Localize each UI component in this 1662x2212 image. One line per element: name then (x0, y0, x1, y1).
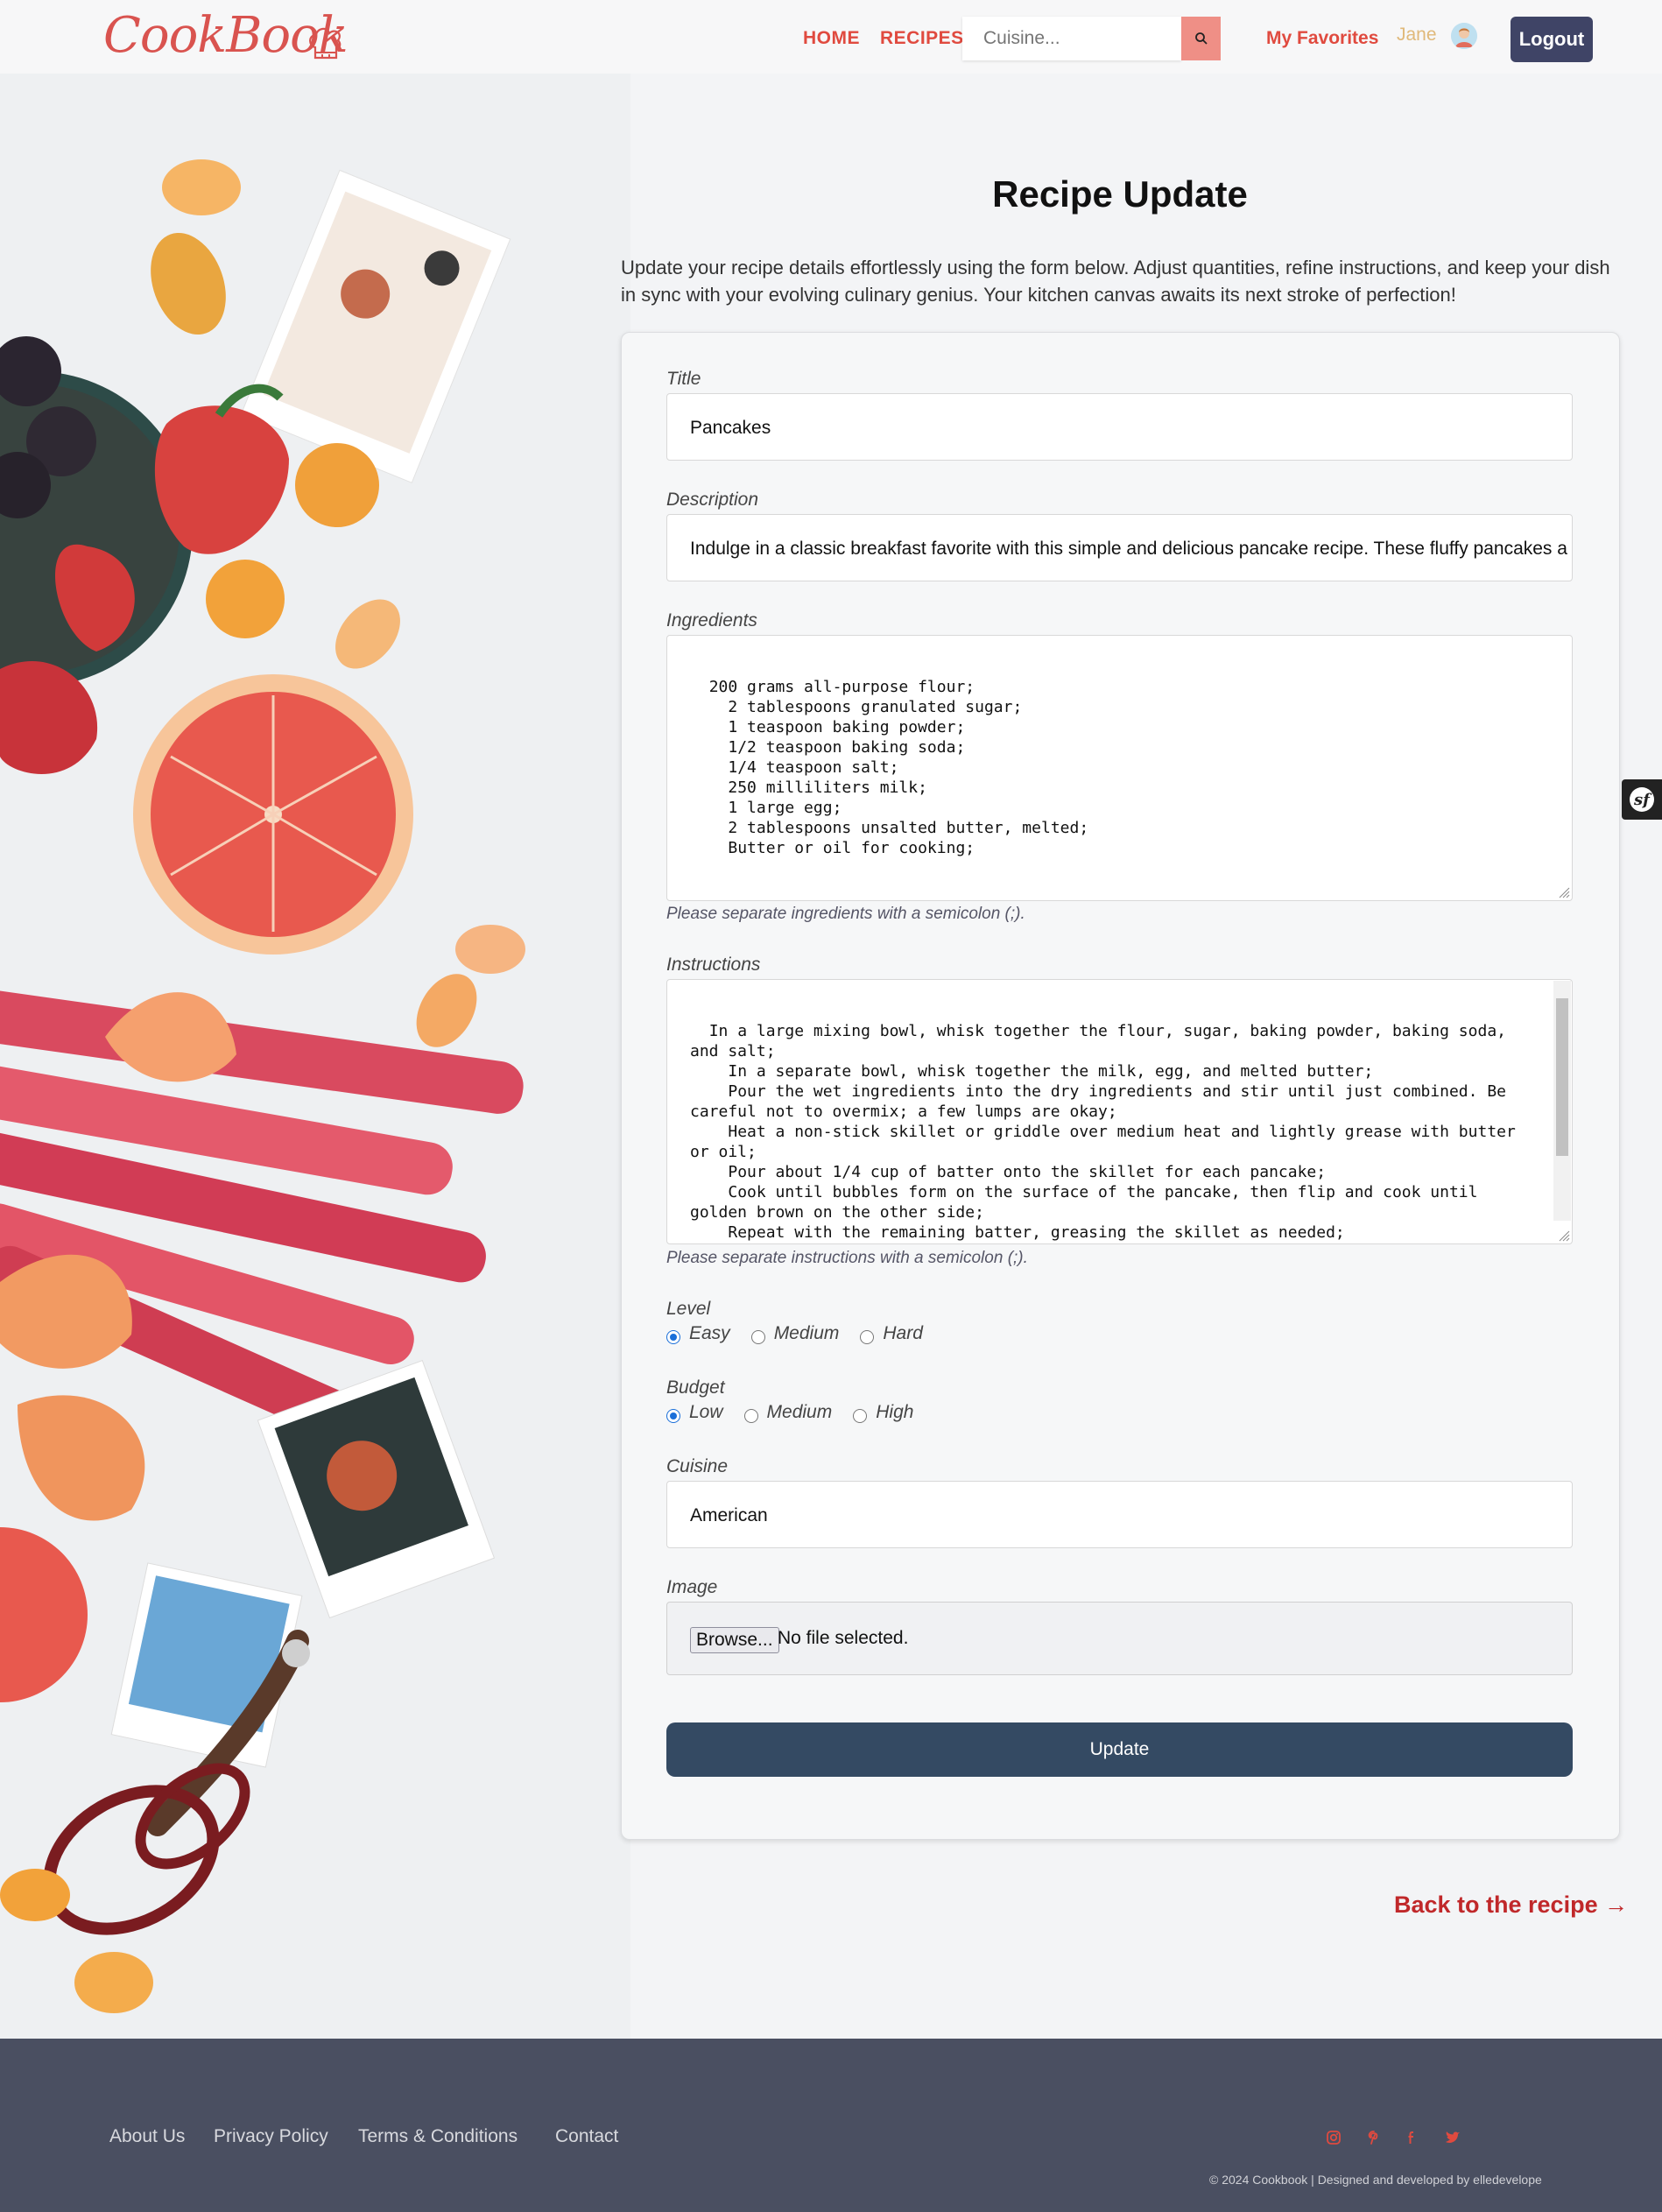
image-label: Image (666, 1577, 718, 1597)
ingredients-text: 200 grams all-purpose flour; 2 tablespoo… (708, 678, 1089, 857)
budget-high-radio[interactable] (853, 1409, 868, 1423)
user-name: Jane (1397, 25, 1437, 45)
pinterest-icon[interactable] (1364, 2128, 1384, 2147)
symfony-toolbar-toggle[interactable]: sf (1622, 779, 1662, 820)
navbar: CookBook HOME RECIPES My Favorites Jane … (0, 0, 1662, 74)
page-title: Recipe Update (992, 173, 1248, 215)
nav-recipes[interactable]: RECIPES (880, 28, 964, 49)
budget-label: Budget (666, 1377, 725, 1398)
instructions-textarea[interactable]: In a large mixing bowl, whisk together t… (666, 979, 1573, 1244)
budget-medium-radio[interactable] (743, 1409, 758, 1423)
description-field[interactable]: Indulge in a classic breakfast favorite … (666, 514, 1573, 581)
resize-grip-icon[interactable] (1558, 1229, 1570, 1242)
budget-radio-group: Low Medium High (666, 1402, 934, 1423)
twitter-icon[interactable] (1443, 2128, 1462, 2147)
ingredients-hint: Please separate ingredients with a semic… (666, 905, 1025, 923)
nav-favorites[interactable]: My Favorites (1266, 28, 1378, 49)
footer-contact-link[interactable]: Contact (555, 2126, 618, 2147)
scrollbar-thumb[interactable] (1556, 998, 1568, 1156)
search-icon (1194, 32, 1208, 45)
level-hard-radio[interactable] (860, 1330, 875, 1344)
description-label: Description (666, 490, 759, 510)
logout-button[interactable]: Logout (1511, 17, 1593, 62)
browse-button[interactable]: Browse... (690, 1627, 779, 1653)
cuisine-field[interactable]: American (666, 1481, 1573, 1548)
budget-low-radio[interactable] (666, 1409, 680, 1423)
instructions-text: In a large mixing bowl, whisk together t… (690, 1022, 1516, 1242)
avatar[interactable] (1451, 23, 1477, 49)
image-file-input[interactable]: Browse... No file selected. (666, 1602, 1573, 1675)
resize-grip-icon[interactable] (1558, 886, 1570, 898)
update-button[interactable]: Update (666, 1722, 1573, 1777)
budget-low-label[interactable]: Low (689, 1402, 723, 1423)
search-input[interactable] (962, 17, 1181, 60)
nav-home[interactable]: HOME (803, 28, 860, 49)
instagram-icon[interactable] (1324, 2128, 1343, 2147)
file-status: No file selected. (778, 1628, 909, 1648)
budget-medium-label[interactable]: Medium (767, 1402, 833, 1423)
instructions-scrollbar[interactable] (1553, 981, 1571, 1221)
level-label: Level (666, 1299, 711, 1319)
level-medium-radio[interactable] (750, 1330, 765, 1344)
level-radio-group: Easy Medium Hard (666, 1323, 944, 1344)
facebook-icon[interactable] (1402, 2128, 1421, 2147)
budget-high-label[interactable]: High (876, 1402, 913, 1423)
hero-food-photo (0, 74, 630, 2039)
footer-privacy-link[interactable]: Privacy Policy (214, 2126, 328, 2147)
user-avatar-icon (1451, 23, 1477, 49)
instructions-label: Instructions (666, 955, 761, 975)
back-to-recipe-link[interactable]: Back to the recipe → (1394, 1891, 1628, 1919)
copyright: © 2024 Cookbook | Designed and developed… (1209, 2173, 1542, 2187)
level-medium-label[interactable]: Medium (774, 1323, 840, 1344)
level-easy-radio[interactable] (666, 1330, 680, 1344)
footer-terms-link[interactable]: Terms & Conditions (358, 2126, 518, 2147)
title-label: Title (666, 369, 701, 389)
search-button[interactable] (1181, 17, 1221, 60)
ingredients-label: Ingredients (666, 610, 757, 630)
level-hard-label[interactable]: Hard (883, 1323, 923, 1344)
instructions-hint: Please separate instructions with a semi… (666, 1249, 1028, 1267)
cuisine-label: Cuisine (666, 1456, 729, 1476)
level-easy-label[interactable]: Easy (689, 1323, 730, 1344)
page-intro: Update your recipe details effortlessly … (621, 257, 1610, 306)
title-field[interactable]: Pancakes (666, 393, 1573, 461)
symfony-icon: sf (1630, 787, 1654, 812)
ingredients-textarea[interactable]: 200 grams all-purpose flour; 2 tablespoo… (666, 635, 1573, 901)
footer-about-link[interactable]: About Us (109, 2126, 185, 2147)
chef-hat-icon (309, 27, 342, 60)
